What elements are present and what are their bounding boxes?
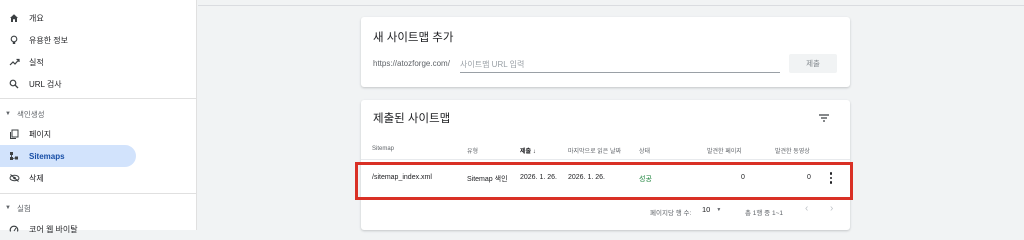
sidebar-item-insights[interactable]: 유용한 정보 bbox=[0, 29, 136, 51]
sidebar-item-removals[interactable]: 삭제 bbox=[0, 167, 136, 189]
sidebar-item-performance[interactable]: 실적 bbox=[0, 51, 136, 73]
sidebar-item-sitemaps[interactable]: Sitemaps bbox=[0, 145, 136, 167]
removal-icon bbox=[7, 171, 21, 185]
rows-per-page-label: 페이지당 행 수: bbox=[650, 210, 692, 217]
lightbulb-icon bbox=[7, 33, 21, 47]
sidebar-divider bbox=[0, 98, 197, 99]
sidebar: 개요 유용한 정보 실적 URL 검사 ▼ 색인생성 페이지 Sitemaps bbox=[0, 0, 197, 234]
sidebar-item-label: 유용한 정보 bbox=[29, 35, 69, 45]
sidebar-item-label: 실적 bbox=[29, 57, 44, 67]
sidebar-item-core-web-vitals[interactable]: 코어 웹 바이탈 bbox=[0, 218, 136, 240]
sidebar-item-label: 삭제 bbox=[29, 173, 44, 183]
sidebar-item-url-inspection[interactable]: URL 검사 bbox=[0, 73, 136, 95]
column-header-sitemap[interactable]: Sitemap bbox=[372, 146, 394, 152]
column-header-type[interactable]: 유형 bbox=[467, 146, 478, 155]
trending-up-icon bbox=[7, 55, 21, 69]
section-label: 색인생성 bbox=[16, 109, 45, 119]
highlight-box bbox=[355, 162, 853, 200]
add-sitemap-title: 새 사이트맵 추가 bbox=[373, 32, 454, 44]
previous-page-icon[interactable]: ‹ bbox=[805, 203, 808, 214]
sidebar-item-label: 코어 웹 바이탈 bbox=[29, 224, 78, 234]
pages-icon bbox=[7, 127, 21, 141]
url-prefix: https://atozforge.com/ bbox=[373, 59, 450, 68]
column-header-last-read[interactable]: 마지막으로 읽은 날짜 bbox=[568, 146, 621, 155]
filter-icon[interactable] bbox=[817, 111, 831, 123]
sidebar-item-overview[interactable]: 개요 bbox=[0, 7, 136, 29]
section-label: 실험 bbox=[16, 203, 31, 213]
collapse-triangle-icon: ▼ bbox=[5, 111, 11, 117]
sidebar-divider bbox=[0, 193, 197, 194]
search-icon bbox=[7, 77, 21, 91]
next-page-icon[interactable]: › bbox=[830, 203, 833, 214]
sidebar-section-indexing[interactable]: ▼ 색인생성 bbox=[0, 105, 197, 123]
sidebar-item-pages[interactable]: 페이지 bbox=[0, 123, 136, 145]
sidebar-item-label: URL 검사 bbox=[29, 79, 62, 89]
rows-per-page-select[interactable]: 10 ▼ bbox=[702, 205, 721, 214]
sitemap-url-input[interactable] bbox=[460, 57, 780, 73]
rows-per-page-value: 10 bbox=[702, 205, 711, 214]
table-divider bbox=[361, 159, 850, 160]
column-header-discovered-pages[interactable]: 발견한 페이지 bbox=[707, 146, 742, 155]
submitted-sitemaps-title: 제출된 사이트맵 bbox=[373, 113, 451, 125]
column-header-status[interactable]: 상태 bbox=[639, 146, 650, 155]
add-sitemap-card: 새 사이트맵 추가 https://atozforge.com/ 제출 bbox=[361, 17, 850, 87]
header-divider bbox=[198, 5, 1024, 6]
collapse-triangle-icon: ▼ bbox=[5, 205, 11, 211]
sidebar-item-label: 페이지 bbox=[29, 129, 52, 139]
dropdown-arrow-icon: ▼ bbox=[716, 206, 722, 213]
sidebar-section-experiment[interactable]: ▼ 실험 bbox=[0, 199, 197, 217]
submit-button[interactable]: 제출 bbox=[789, 54, 837, 73]
column-header-discovered-videos[interactable]: 발견한 동영상 bbox=[775, 146, 810, 155]
speed-icon bbox=[7, 222, 21, 236]
home-icon bbox=[7, 11, 21, 25]
sidebar-item-label: 개요 bbox=[29, 13, 44, 23]
pagination-range: 총 1행 중 1~1 bbox=[745, 210, 783, 217]
sitemap-icon bbox=[7, 149, 21, 163]
column-header-submitted[interactable]: 제출 ↓ bbox=[520, 146, 536, 155]
sidebar-item-label: Sitemaps bbox=[29, 151, 65, 161]
